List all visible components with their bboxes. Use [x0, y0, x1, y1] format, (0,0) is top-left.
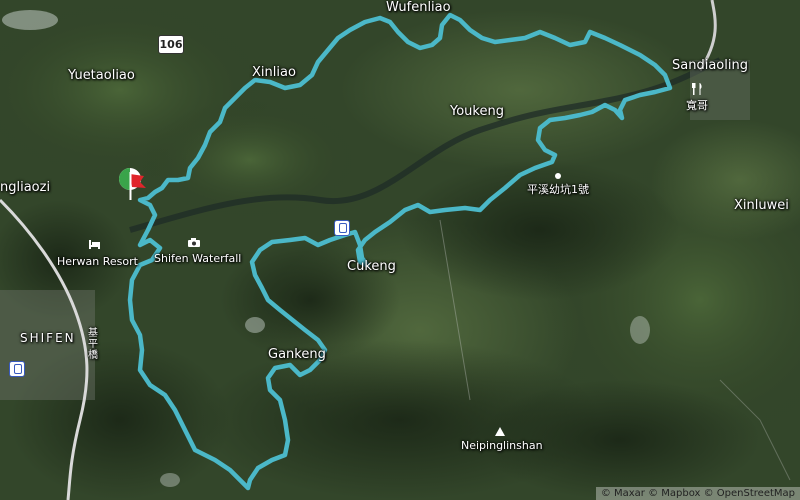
- map-attribution[interactable]: © Maxar © Mapbox © OpenStreetMap: [595, 487, 800, 500]
- label-gankeng: Gankeng: [268, 347, 326, 362]
- start-flag-icon[interactable]: [118, 166, 148, 208]
- label-herwan-resort: Herwan Resort: [57, 255, 138, 268]
- camera-icon: [188, 238, 200, 250]
- train-station-icon[interactable]: [334, 220, 350, 236]
- label-shifen: SHIFEN: [20, 331, 76, 345]
- label-gliaozi: ngliaozi: [0, 180, 51, 195]
- road-shield-106: 106: [158, 35, 184, 54]
- peak-icon: [495, 427, 505, 439]
- restaurant-icon: [692, 83, 703, 98]
- label-wufenliao: Wufenliao: [386, 0, 451, 15]
- label-restaurant: 寬哥: [686, 99, 708, 112]
- hotel-icon: [89, 240, 100, 252]
- train-station-icon[interactable]: [9, 361, 25, 377]
- label-xinluwei: Xinluwei: [734, 198, 789, 213]
- label-youkeng: Youkeng: [450, 104, 504, 119]
- label-road-vertical: 基平橋: [88, 328, 98, 361]
- label-neipinglinshan: Neipinglinshan: [461, 439, 543, 452]
- label-yuetaoliao: Yuetaoliao: [68, 68, 135, 83]
- label-cukeng: Cukeng: [347, 259, 396, 274]
- label-shifen-waterfall: Shifen Waterfall: [154, 252, 242, 265]
- label-sandiaoling: Sandiaoling: [672, 58, 748, 73]
- school-icon: [555, 171, 561, 182]
- label-school: 平溪幼坑1號: [527, 183, 589, 196]
- label-xinliao: Xinliao: [252, 65, 296, 80]
- map-view[interactable]: 106 Wufenliao Sandiaoling Yuetaoliao Xin…: [0, 0, 800, 500]
